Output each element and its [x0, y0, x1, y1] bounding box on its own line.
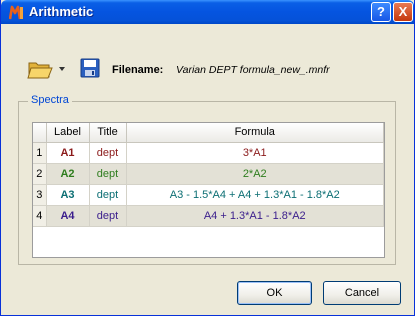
row-number[interactable]: 3: [33, 184, 47, 206]
title-bar[interactable]: Arithmetic ? X: [1, 0, 414, 24]
label-cell[interactable]: A2: [46, 163, 90, 185]
cancel-button[interactable]: Cancel: [323, 281, 401, 305]
row-number[interactable]: 4: [33, 205, 47, 227]
row-number[interactable]: 1: [33, 142, 47, 164]
open-menu-chevron-icon[interactable]: [59, 67, 65, 71]
ok-button[interactable]: OK: [237, 281, 312, 305]
label-cell[interactable]: A4: [46, 205, 90, 227]
formula-cell[interactable]: 2*A2: [126, 163, 384, 185]
title-cell[interactable]: dept: [89, 205, 127, 227]
window-title: Arithmetic: [29, 4, 94, 19]
label-cell[interactable]: A3: [46, 184, 90, 206]
filename-value: Varian DEPT formula_new_.mnfr: [176, 64, 330, 76]
folder-icon[interactable]: [27, 58, 53, 80]
spectra-table[interactable]: Label Title Formula 1 A1 dept 3*A1 2 A2 …: [32, 122, 385, 258]
row-number[interactable]: 2: [33, 163, 47, 185]
close-button[interactable]: X: [393, 2, 413, 22]
column-header-title[interactable]: Title: [89, 123, 127, 143]
table-row[interactable]: 4 A4 dept A4 + 1.3*A1 - 1.8*A2: [33, 205, 384, 227]
app-logo-icon: [9, 5, 23, 20]
column-header-formula[interactable]: Formula: [126, 123, 384, 143]
column-header-rownum[interactable]: [33, 123, 47, 143]
table-row[interactable]: 2 A2 dept 2*A2: [33, 163, 384, 185]
spectra-group-label: Spectra: [28, 94, 72, 106]
table-header-row: Label Title Formula: [33, 123, 384, 143]
title-cell[interactable]: dept: [89, 163, 127, 185]
table-row[interactable]: 1 A1 dept 3*A1: [33, 142, 384, 164]
filename-label: Filename:: [112, 64, 164, 76]
formula-cell[interactable]: 3*A1: [126, 142, 384, 164]
table-row[interactable]: 3 A3 dept A3 - 1.5*A4 + A4 + 1.3*A1 - 1.…: [33, 184, 384, 206]
help-button[interactable]: ?: [371, 2, 391, 22]
floppy-disk-icon[interactable]: [80, 58, 100, 78]
formula-cell[interactable]: A3 - 1.5*A4 + A4 + 1.3*A1 - 1.8*A2: [126, 184, 384, 206]
column-header-label[interactable]: Label: [46, 123, 90, 143]
arithmetic-dialog: Arithmetic ? X Filename: Varian DEPT for…: [0, 0, 415, 316]
label-cell[interactable]: A1: [46, 142, 90, 164]
title-cell[interactable]: dept: [89, 184, 127, 206]
title-cell[interactable]: dept: [89, 142, 127, 164]
formula-cell[interactable]: A4 + 1.3*A1 - 1.8*A2: [126, 205, 384, 227]
